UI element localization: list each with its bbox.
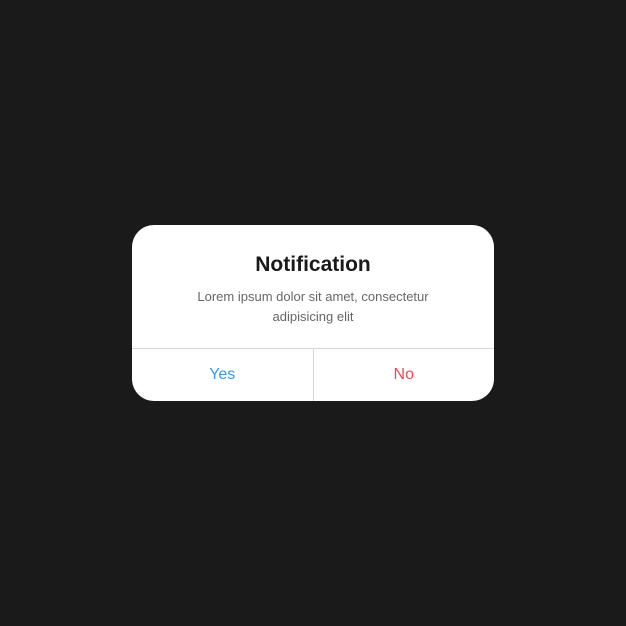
notification-dialog: Notification Lorem ipsum dolor sit amet,… xyxy=(132,225,494,401)
dialog-title: Notification xyxy=(160,253,466,277)
no-button[interactable]: No xyxy=(314,349,495,401)
dialog-message: Lorem ipsum dolor sit amet, consectetur … xyxy=(160,287,466,326)
dialog-content: Notification Lorem ipsum dolor sit amet,… xyxy=(132,225,494,348)
yes-button[interactable]: Yes xyxy=(132,349,314,401)
dialog-buttons: Yes No xyxy=(132,348,494,401)
